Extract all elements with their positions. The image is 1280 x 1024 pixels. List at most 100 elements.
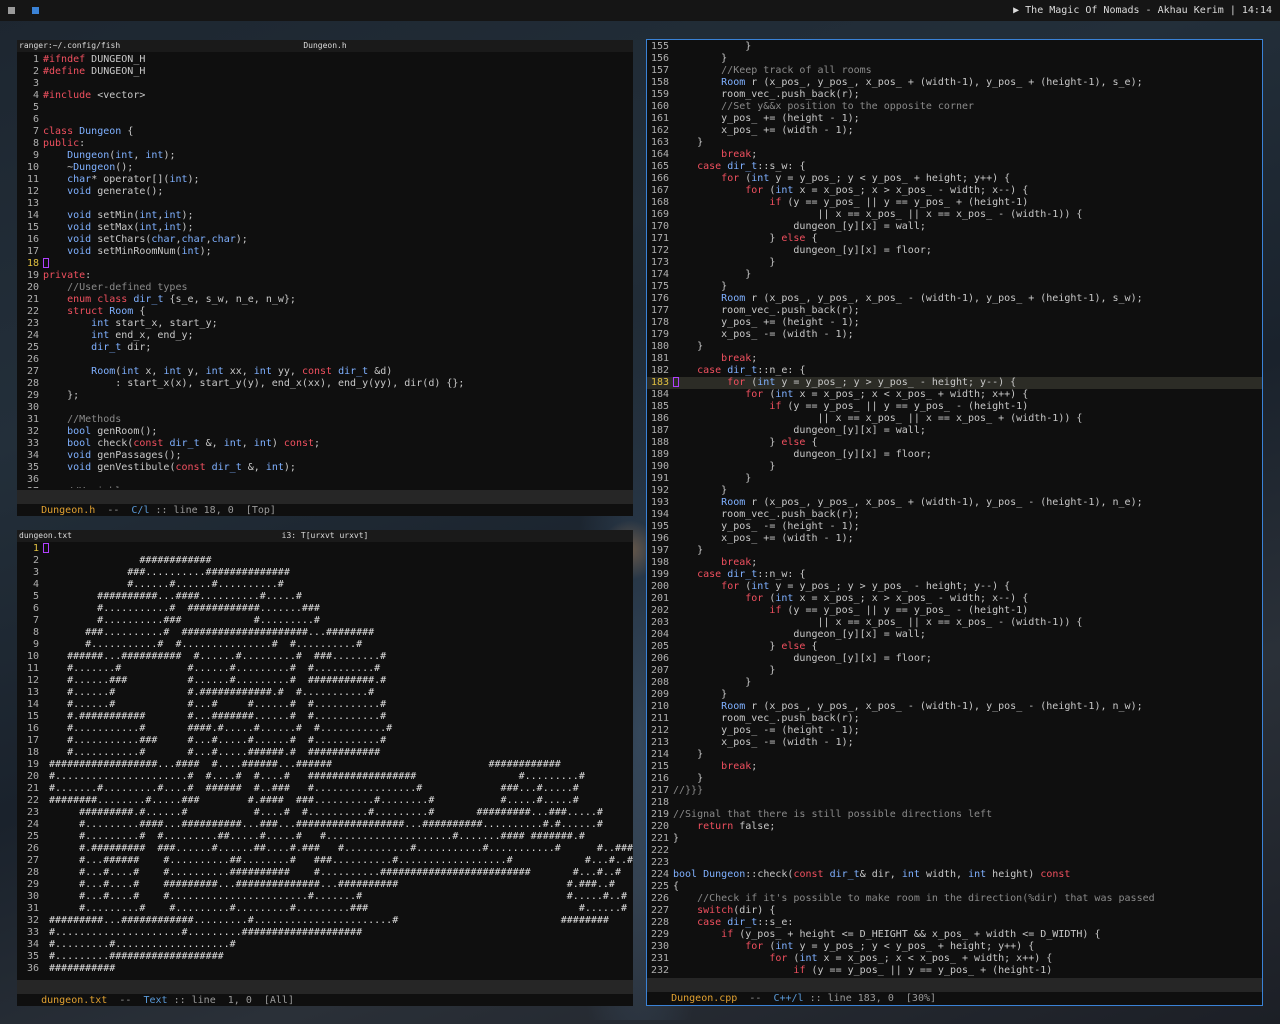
code-line[interactable]: 29 #...#....# #########...##############… — [17, 879, 633, 891]
code-line[interactable]: 2 #define DUNGEON_H — [17, 66, 633, 78]
editor-window-header[interactable]: ranger:~/.config/fish Dungeon.h 1 #ifndef… — [17, 40, 633, 516]
code-line[interactable]: 12 #......### #......#.........# #######… — [17, 675, 633, 687]
code-line[interactable]: 33 #.....................#.........#####… — [17, 927, 633, 939]
code-line[interactable]: 229 if (y_pos_ + height <= D_HEIGHT && x… — [647, 929, 1262, 941]
code-line[interactable]: 164 break; — [647, 149, 1262, 161]
code-line[interactable]: 167 for (int x = x_pos_; x > x_pos_ - wi… — [647, 185, 1262, 197]
code-line[interactable]: 162 x_pos_ += (width - 1); — [647, 125, 1262, 137]
code-line[interactable]: 204 dungeon_[y][x] = wall; — [647, 629, 1262, 641]
code-line[interactable]: 7 #..........### #.........# — [17, 615, 633, 627]
code-line[interactable]: 175 } — [647, 281, 1262, 293]
code-line[interactable]: 28 #...#....# #..........########## #...… — [17, 867, 633, 879]
code-line[interactable]: 197 } — [647, 545, 1262, 557]
code-line[interactable]: 20 #......................# #....# #....… — [17, 771, 633, 783]
code-line[interactable]: 166 for (int y = y_pos_; y < y_pos_ + he… — [647, 173, 1262, 185]
code-line[interactable]: 200 for (int y = y_pos_; y > y_pos_ - he… — [647, 581, 1262, 593]
code-line[interactable]: 13 #......# #.############.# #..........… — [17, 687, 633, 699]
workspace-indicator-1[interactable] — [8, 7, 15, 14]
code-line[interactable]: 170 dungeon_[y][x] = wall; — [647, 221, 1262, 233]
code-line[interactable]: 223 — [647, 857, 1262, 869]
code-line[interactable]: 29 }; — [17, 390, 633, 402]
code-line[interactable]: 159 room_vec_.push_back(r); — [647, 89, 1262, 101]
code-line[interactable]: 192 } — [647, 485, 1262, 497]
code-line[interactable]: 9 Dungeon(int, int); — [17, 150, 633, 162]
code-line[interactable]: 231 for (int x = x_pos_; x < x_pos_ + wi… — [647, 953, 1262, 965]
code-line[interactable]: 30 #...#....# #.......................#.… — [17, 891, 633, 903]
code-line[interactable]: 18 #...........# #...#.....######.# ####… — [17, 747, 633, 759]
code-line[interactable]: 157 //Keep track of all rooms — [647, 65, 1262, 77]
code-line[interactable]: 21 #.......#.........#....# ###### #..##… — [17, 783, 633, 795]
code-line[interactable]: 4 #......#......#..........# — [17, 579, 633, 591]
code-buffer[interactable]: 1 #ifndef DUNGEON_H 2 #define DUNGEON_H 3 4 #i… — [17, 54, 633, 488]
code-line[interactable]: 22 ########........#.....### #.#### ###.… — [17, 795, 633, 807]
code-line[interactable]: 201 for (int x = x_pos_; x > x_pos_ - wi… — [647, 593, 1262, 605]
code-line[interactable]: 193 Room r (x_pos_, y_pos_, x_pos_ + (wi… — [647, 497, 1262, 509]
code-line[interactable]: 24 int end_x, end_y; — [17, 330, 633, 342]
code-line[interactable]: 155 } — [647, 41, 1262, 53]
code-line[interactable]: 5 ##########...####..........#.....# — [17, 591, 633, 603]
code-line[interactable]: 1 — [17, 543, 633, 555]
code-line[interactable]: 15 #.########### #...#######......# #...… — [17, 711, 633, 723]
workspace-indicator-2[interactable] — [32, 7, 39, 14]
code-line[interactable]: 194 room_vec_.push_back(r); — [647, 509, 1262, 521]
code-line[interactable]: 228 case dir_t::s_e: — [647, 917, 1262, 929]
code-line[interactable]: 196 x_pos_ += (width - 1); — [647, 533, 1262, 545]
code-line[interactable]: 189 dungeon_[y][x] = floor; — [647, 449, 1262, 461]
code-line[interactable]: 6 #...........# ############.......### — [17, 603, 633, 615]
code-line[interactable]: 32 bool genRoom(); — [17, 426, 633, 438]
code-line[interactable]: 25 #.........# #.........##.....#.....# … — [17, 831, 633, 843]
code-line[interactable]: 177 room_vec_.push_back(r); — [647, 305, 1262, 317]
code-line[interactable]: 15 void setMax(int,int); — [17, 222, 633, 234]
code-line[interactable]: 3 ###..........############## — [17, 567, 633, 579]
code-line[interactable]: 6 — [17, 114, 633, 126]
code-line[interactable]: 184 for (int x = x_pos_; x < x_pos_ + wi… — [647, 389, 1262, 401]
code-line[interactable]: 224 bool Dungeon::check(const dir_t& dir,… — [647, 869, 1262, 881]
code-line[interactable]: 31 #.........# #.........#.........#....… — [17, 903, 633, 915]
code-line[interactable]: 217 //}}} — [647, 785, 1262, 797]
code-line[interactable]: 21 enum class dir_t {s_e, s_w, n_e, n_w}… — [17, 294, 633, 306]
code-line[interactable]: 10 ######...########## #......#.........… — [17, 651, 633, 663]
code-line[interactable]: 191 } — [647, 473, 1262, 485]
code-line[interactable]: 161 y_pos_ += (height - 1); — [647, 113, 1262, 125]
code-line[interactable]: 171 } else { — [647, 233, 1262, 245]
code-line[interactable]: 36 ########### — [17, 963, 633, 975]
code-line[interactable]: 186 || x == x_pos_ || x == x_pos_ + (wid… — [647, 413, 1262, 425]
code-line[interactable]: 22 struct Room { — [17, 306, 633, 318]
code-line[interactable]: 12 void generate(); — [17, 186, 633, 198]
code-line[interactable]: 169 || x == x_pos_ || x == x_pos_ - (wid… — [647, 209, 1262, 221]
code-line[interactable]: 7 class Dungeon { — [17, 126, 633, 138]
code-buffer[interactable]: 155 } 156 } 157 //Keep track of all rooms 1… — [647, 41, 1262, 977]
code-line[interactable]: 227 switch(dir) { — [647, 905, 1262, 917]
code-line[interactable]: 222 — [647, 845, 1262, 857]
code-line[interactable]: 14 #......# #...# #......# #...........# — [17, 699, 633, 711]
code-line[interactable]: 25 dir_t dir; — [17, 342, 633, 354]
code-line[interactable]: 187 dungeon_[y][x] = wall; — [647, 425, 1262, 437]
code-line[interactable]: 207 } — [647, 665, 1262, 677]
code-line[interactable]: 173 } — [647, 257, 1262, 269]
code-line[interactable]: 10 ~Dungeon(); — [17, 162, 633, 174]
code-line[interactable]: 158 Room r (x_pos_, y_pos_, x_pos_ + (wi… — [647, 77, 1262, 89]
code-line[interactable]: 30 — [17, 402, 633, 414]
code-line[interactable]: 4 #include <vector> — [17, 90, 633, 102]
code-line[interactable]: 156 } — [647, 53, 1262, 65]
code-line[interactable]: 210 Room r (x_pos_, y_pos_, x_pos_ - (wi… — [647, 701, 1262, 713]
code-line[interactable]: 33 bool check(const dir_t &, int, int) c… — [17, 438, 633, 450]
code-line[interactable]: 17 void setMinRoomNum(int); — [17, 246, 633, 258]
code-line[interactable]: 17 #...........### #...#.....#......# #.… — [17, 735, 633, 747]
code-line[interactable]: 26 — [17, 354, 633, 366]
code-line[interactable]: 226 //Check if it's possible to make roo… — [647, 893, 1262, 905]
code-line[interactable]: 218 — [647, 797, 1262, 809]
code-line[interactable]: 225 { — [647, 881, 1262, 893]
code-line[interactable]: 211 room_vec_.push_back(r); — [647, 713, 1262, 725]
code-line[interactable]: 32 #########...############.........#...… — [17, 915, 633, 927]
window-titlebar[interactable]: ranger:~/.config/fish Dungeon.h — [17, 40, 633, 52]
code-line[interactable]: 34 void genPassages(); — [17, 450, 633, 462]
code-line[interactable]: 182 case dir_t::n_e: { — [647, 365, 1262, 377]
code-line[interactable]: 35 void genVestibule(const dir_t &, int)… — [17, 462, 633, 474]
code-line[interactable]: 230 for (int y = y_pos_; y < y_pos_ + he… — [647, 941, 1262, 953]
code-line[interactable]: 180 } — [647, 341, 1262, 353]
code-line[interactable]: 206 dungeon_[y][x] = floor; — [647, 653, 1262, 665]
code-line[interactable]: 160 //Set y&&x position to the opposite … — [647, 101, 1262, 113]
code-line[interactable]: 36 — [17, 474, 633, 486]
code-line[interactable]: 8 public: — [17, 138, 633, 150]
